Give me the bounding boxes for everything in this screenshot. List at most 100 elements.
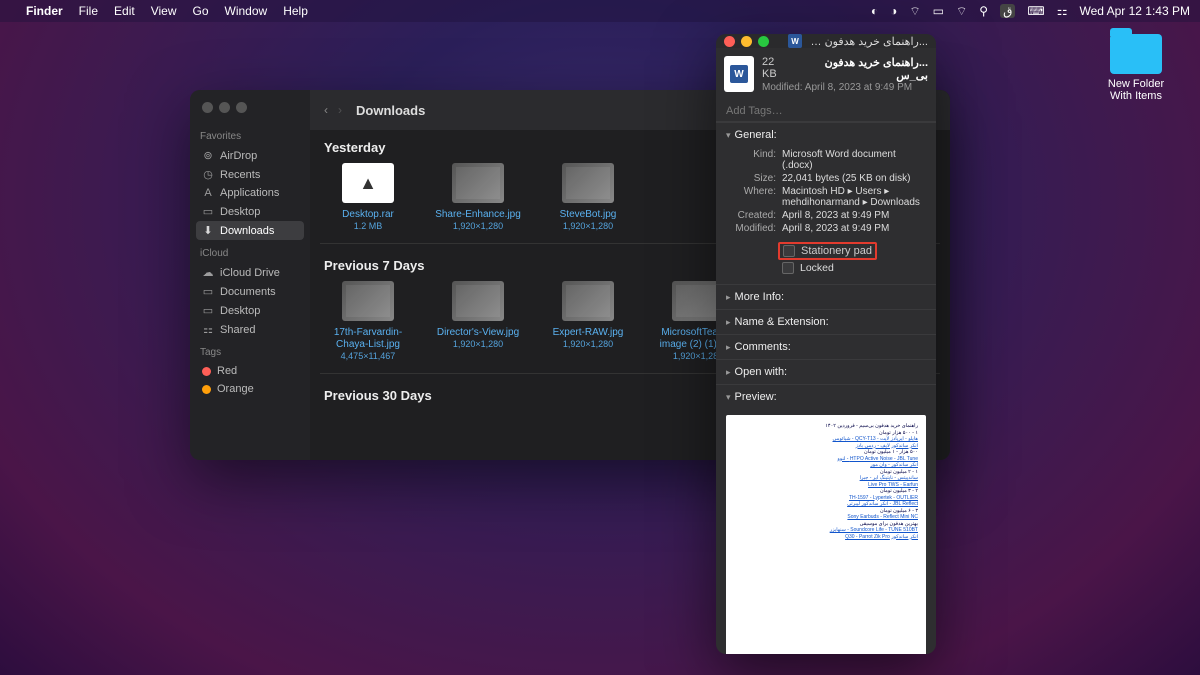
- sidebar-item-desktop[interactable]: ▭Desktop: [196, 202, 304, 221]
- section-comments[interactable]: ▸Comments:: [716, 335, 936, 359]
- app-menu[interactable]: Finder: [26, 4, 63, 18]
- info-titlebar: W ...راهنمای خرید هدفون بی_سی: [716, 34, 936, 48]
- menu-go[interactable]: Go: [193, 4, 209, 18]
- sidebar-item-label: Shared: [220, 324, 255, 336]
- stationery-pad-checkbox[interactable]: [783, 245, 795, 257]
- menu-help[interactable]: Help: [283, 4, 308, 18]
- nav-back[interactable]: ‹: [324, 103, 328, 117]
- sidebar-item-downloads[interactable]: ⬇Downloads: [196, 221, 304, 240]
- info-window-title: ...راهنمای خرید هدفون بی_سی: [808, 35, 928, 48]
- sidebar-item-label: Red: [217, 365, 237, 377]
- sidebar-item-icloud-drive[interactable]: ☁ iCloud Drive: [196, 263, 304, 282]
- bluetooth-icon[interactable]: ⌔: [909, 4, 920, 19]
- file-thumb: [342, 281, 394, 321]
- file-name: Director's-View.jpg: [434, 327, 522, 339]
- file-meta: 1,920×1,280: [434, 339, 522, 349]
- file-item[interactable]: SteveBot.jpg1,920×1,280: [544, 163, 632, 231]
- sidebar-item-applications[interactable]: AApplications: [196, 184, 304, 202]
- nav-forward[interactable]: ›: [338, 103, 342, 117]
- window-close[interactable]: [202, 102, 213, 113]
- chevron-down-icon: ▾: [726, 130, 731, 141]
- file-thumb: [562, 281, 614, 321]
- section-label: Name & Extension:: [735, 316, 829, 328]
- file-name: Desktop.rar: [324, 209, 412, 221]
- file-thumb: ▲: [342, 163, 394, 203]
- input-lang[interactable]: ق: [1000, 4, 1015, 18]
- sidebar-item-documents[interactable]: ▭ Documents: [196, 282, 304, 301]
- menu-file[interactable]: File: [79, 4, 98, 18]
- chevron-right-icon: ▸: [726, 367, 731, 378]
- section-preview[interactable]: ▾Preview:: [716, 385, 936, 409]
- favorites-label: Favorites: [200, 131, 300, 142]
- sidebar-tag-red[interactable]: Red: [196, 362, 304, 380]
- stationery-pad-label: Stationery pad: [801, 245, 872, 257]
- sidebar-item-recents[interactable]: ◷Recents: [196, 165, 304, 184]
- info-panel: W ...راهنمای خرید هدفون بی_سی W ...راهنم…: [716, 34, 936, 654]
- tags-label: Tags: [200, 347, 300, 358]
- locked-row: Locked: [726, 260, 926, 276]
- battery-icon[interactable]: ▭: [933, 4, 944, 18]
- size-key: Size:: [726, 173, 776, 184]
- section-label: More Info:: [735, 291, 785, 303]
- info-header: W ...راهنمای خرید هدفون بی_س22 KB Modifi…: [716, 48, 936, 101]
- info-minimize[interactable]: [741, 36, 752, 47]
- section-label: General:: [735, 129, 777, 141]
- sidebar-item-label: Applications: [220, 187, 279, 199]
- kind-value: Microsoft Word document (.docx): [782, 149, 926, 171]
- file-meta: 4,475×11,467: [324, 351, 412, 361]
- file-meta: 1,920×1,280: [544, 339, 632, 349]
- desktop-icon: ▭: [202, 205, 214, 218]
- window-zoom[interactable]: [236, 102, 247, 113]
- locked-checkbox[interactable]: [782, 262, 794, 274]
- sidebar-item-shared[interactable]: ⚏ Shared: [196, 320, 304, 339]
- chevron-right-icon: ▸: [726, 292, 731, 303]
- chevron-right-icon: ▸: [726, 342, 731, 353]
- wifi-icon[interactable]: ⌔: [956, 4, 967, 19]
- keyboard-icon[interactable]: ⌨: [1027, 4, 1044, 18]
- file-item[interactable]: Director's-View.jpg1,920×1,280: [434, 281, 522, 361]
- clock[interactable]: Wed Apr 12 1:43 PM: [1079, 4, 1190, 18]
- sidebar-item-label: iCloud Drive: [220, 267, 280, 279]
- doc-icon: W: [724, 56, 754, 92]
- file-item[interactable]: Expert-RAW.jpg1,920×1,280: [544, 281, 632, 361]
- sidebar-item-desktop-icloud[interactable]: ▭Desktop: [196, 301, 304, 320]
- modified-value: April 8, 2023 at 9:49 PM: [782, 223, 926, 234]
- section-label: Preview:: [735, 391, 777, 403]
- size-value: 22,041 bytes (25 KB on disk): [782, 173, 926, 184]
- shared-icon: ⚏: [202, 323, 214, 336]
- status-icon-2[interactable]: ◑: [890, 4, 897, 18]
- sidebar-item-label: Documents: [220, 286, 276, 298]
- menu-view[interactable]: View: [151, 4, 177, 18]
- sidebar-item-label: Recents: [220, 169, 260, 181]
- add-tags-field[interactable]: Add Tags…: [716, 101, 936, 122]
- control-center-icon[interactable]: ⚏: [1057, 4, 1068, 18]
- menu-edit[interactable]: Edit: [114, 4, 135, 18]
- status-icon-1[interactable]: ◐: [871, 4, 878, 18]
- info-close[interactable]: [724, 36, 735, 47]
- file-item[interactable]: ▲Desktop.rar1.2 MB: [324, 163, 412, 231]
- documents-icon: ▭: [202, 285, 214, 298]
- cloud-icon: ☁: [202, 266, 214, 279]
- spotlight-icon[interactable]: ⚲: [979, 4, 988, 18]
- menu-window[interactable]: Window: [225, 4, 268, 18]
- airdrop-icon: ⊚: [202, 149, 214, 162]
- section-name-ext[interactable]: ▸Name & Extension:: [716, 310, 936, 334]
- desktop-folder[interactable]: New Folder With Items: [1096, 34, 1176, 102]
- section-more-info[interactable]: ▸ More Info:: [716, 285, 936, 309]
- section-open-with[interactable]: ▸ Open with:: [716, 360, 936, 384]
- file-item[interactable]: 17th-Farvardin-Chaya-List.jpg4,475×11,46…: [324, 281, 412, 361]
- section-label: Open with:: [735, 366, 788, 378]
- file-name: 17th-Farvardin-Chaya-List.jpg: [324, 327, 412, 351]
- file-item[interactable]: Share-Enhance.jpg1,920×1,280: [434, 163, 522, 231]
- stationery-pad-highlight: Stationery pad: [778, 242, 877, 260]
- sidebar-tag-orange[interactable]: Orange: [196, 380, 304, 398]
- kind-key: Kind:: [726, 149, 776, 171]
- word-proxy-icon: W: [788, 34, 802, 48]
- section-general[interactable]: ▾ General:: [716, 123, 936, 147]
- sidebar-item-airdrop[interactable]: ⊚AirDrop: [196, 146, 304, 165]
- downloads-icon: ⬇: [202, 224, 214, 237]
- desktop-folder-label: New Folder With Items: [1096, 78, 1176, 102]
- file-thumb: [452, 163, 504, 203]
- info-zoom[interactable]: [758, 36, 769, 47]
- window-minimize[interactable]: [219, 102, 230, 113]
